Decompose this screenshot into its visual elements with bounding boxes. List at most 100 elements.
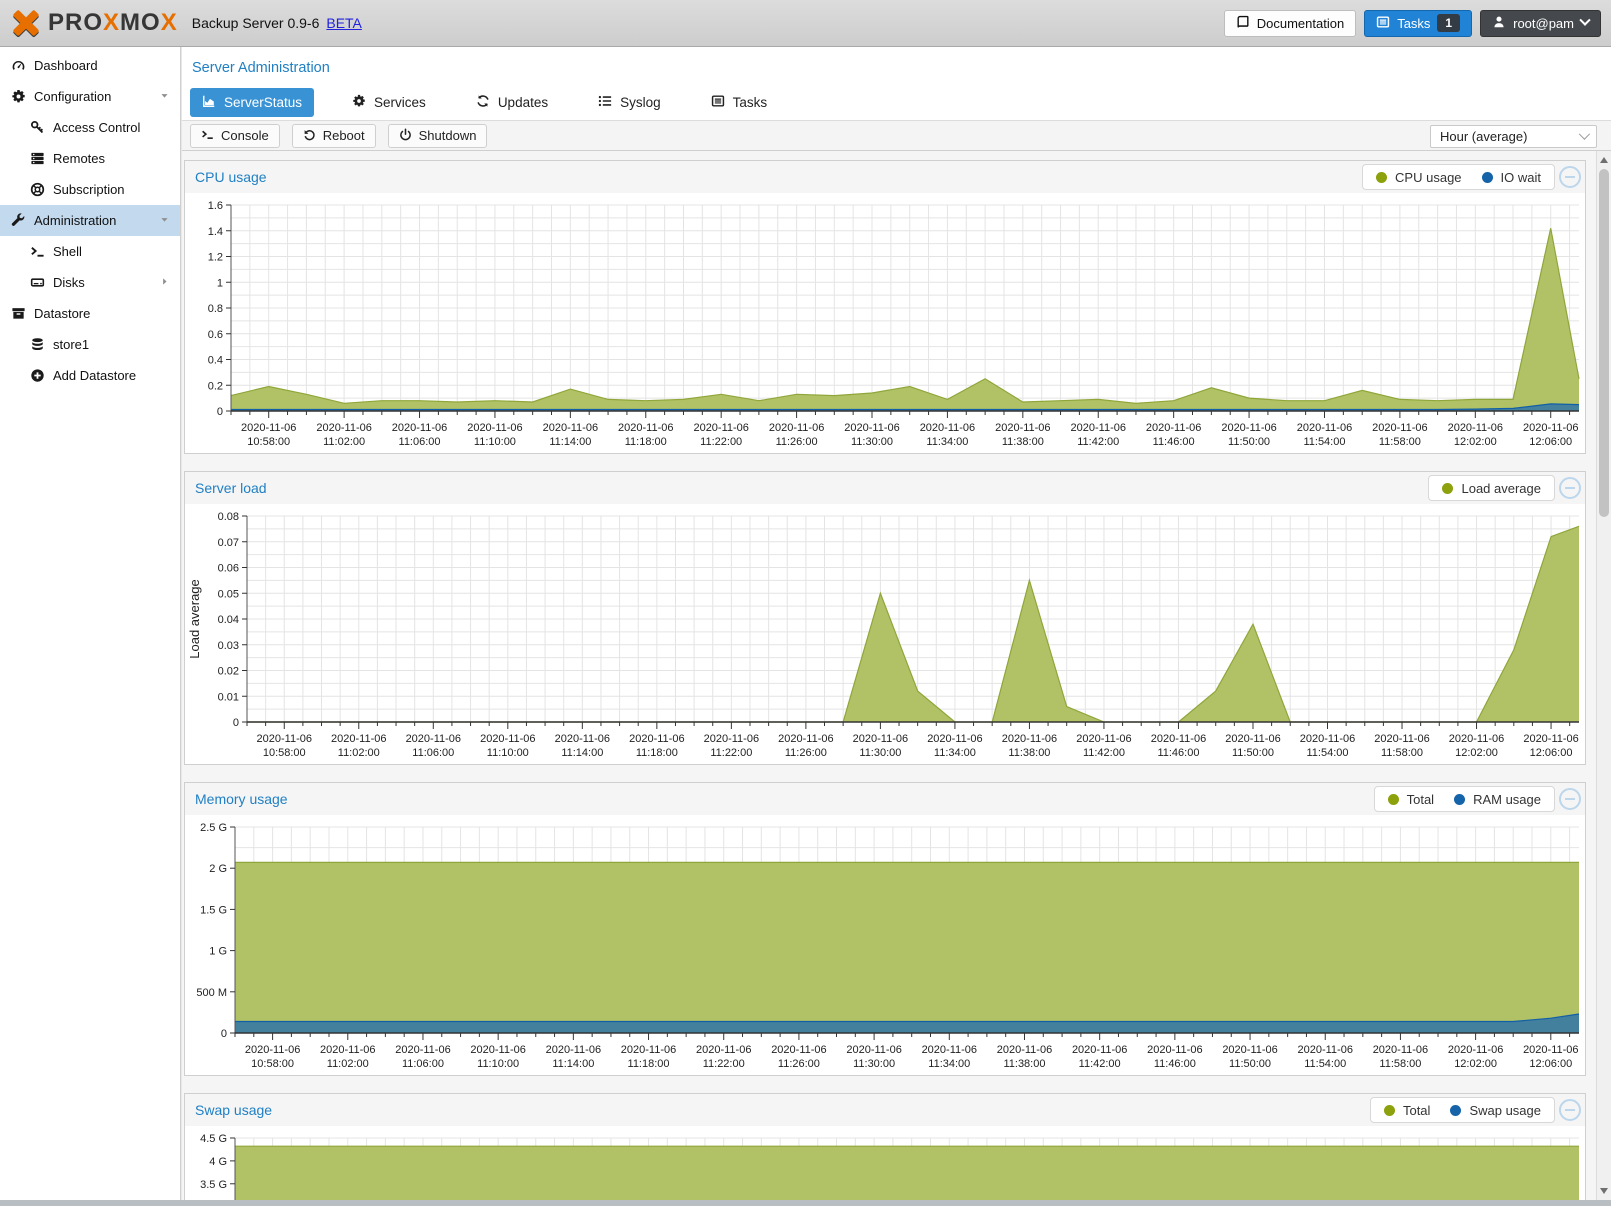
shutdown-button[interactable]: Shutdown [388,124,488,148]
sidebar-item-label: Subscription [53,182,125,197]
sidebar-item-label: Dashboard [34,58,98,73]
svg-text:2020-11-06: 2020-11-06 [1449,733,1504,745]
collapse-panel-icon[interactable] [1559,166,1581,188]
tasks-button[interactable]: Tasks 1 [1364,10,1472,37]
time-range-select[interactable]: Hour (average) [1430,125,1597,148]
svg-text:1.5 G: 1.5 G [200,904,227,916]
svg-text:2020-11-06: 2020-11-06 [257,733,312,745]
lifering-icon [29,182,45,198]
legend: Load average [1428,475,1555,501]
svg-text:11:14:00: 11:14:00 [549,436,591,448]
svg-text:2020-11-06: 2020-11-06 [546,1044,601,1056]
cpu-usage-panel: CPU usage CPU usageIO wait 00.20.40.60.8… [184,160,1586,454]
sidebar-item-store1[interactable]: store1 [0,329,180,360]
sidebar-item-label: Remotes [53,151,105,166]
scrollbar-thumb[interactable] [1599,169,1609,517]
legend-dot-icon [1454,794,1465,805]
svg-text:10:58:00: 10:58:00 [251,1058,294,1070]
svg-text:2020-11-06: 2020-11-06 [769,422,824,434]
console-button[interactable]: Console [190,124,280,148]
svg-text:2020-11-06: 2020-11-06 [995,422,1050,434]
sidebar-nav: Dashboard ConfigurationAccess Control Remo… [0,47,181,1200]
tab-updates[interactable]: Updates [464,88,560,117]
brand-text: PROXMOX [48,9,178,37]
scroll-down-icon[interactable] [1600,1188,1608,1194]
sidebar-item-access-control[interactable]: Access Control [0,112,180,143]
collapse-panel-icon[interactable] [1559,477,1581,499]
svg-text:11:46:00: 11:46:00 [1153,436,1195,448]
sidebar-item-label: Administration [34,213,116,228]
svg-text:2020-11-06: 2020-11-06 [778,733,833,745]
svg-text:11:54:00: 11:54:00 [1306,747,1348,759]
chevron-down-icon [1579,15,1590,26]
vertical-scrollbar[interactable] [1596,151,1611,1200]
sidebar-item-datastore[interactable]: Datastore [0,298,180,329]
svg-text:11:10:00: 11:10:00 [487,747,529,759]
svg-text:2020-11-06: 2020-11-06 [927,733,982,745]
wrench-icon [10,213,26,229]
svg-text:2020-11-06: 2020-11-06 [1372,422,1427,434]
database-icon [29,337,45,353]
panel-title: Memory usage [185,791,288,807]
beta-link[interactable]: BETA [326,15,362,31]
legend-item: Load average [1442,481,1541,496]
svg-text:1.6: 1.6 [208,200,223,212]
chevron-down-icon[interactable] [159,89,170,104]
tab-serverstatus[interactable]: ServerStatus [190,88,314,117]
svg-text:0.08: 0.08 [218,511,239,523]
svg-text:0.4: 0.4 [208,355,223,367]
sidebar-item-configuration[interactable]: Configuration [0,81,180,112]
reboot-button[interactable]: Reboot [292,124,376,148]
tab-tasks[interactable]: Tasks [699,88,780,117]
dashboard-icon [10,58,26,74]
chevron-down-icon[interactable] [159,213,170,228]
legend-item: RAM usage [1454,792,1541,807]
svg-text:11:34:00: 11:34:00 [934,747,976,759]
svg-text:0: 0 [221,1028,227,1040]
svg-text:11:42:00: 11:42:00 [1077,436,1119,448]
svg-text:2020-11-06: 2020-11-06 [1523,1044,1578,1056]
sidebar-item-label: Datastore [34,306,90,321]
collapse-panel-icon[interactable] [1559,1099,1581,1121]
chevron-down-icon [1579,128,1590,139]
svg-text:2020-11-06: 2020-11-06 [1221,422,1276,434]
user-menu-button[interactable]: root@pam [1480,10,1601,37]
remotes-icon [29,151,45,167]
sidebar-item-add-datastore[interactable]: Add Datastore [0,360,180,391]
svg-text:11:14:00: 11:14:00 [561,747,603,759]
svg-text:2020-11-06: 2020-11-06 [395,1044,450,1056]
scroll-up-icon[interactable] [1600,157,1608,163]
undo-icon [303,128,316,144]
svg-text:0.8: 0.8 [208,303,223,315]
svg-text:2020-11-06: 2020-11-06 [245,1044,300,1056]
tab-syslog[interactable]: Syslog [586,88,673,117]
sidebar-item-shell[interactable]: Shell [0,236,180,267]
terminal-icon [29,244,45,260]
sidebar-item-disks[interactable]: Disks [0,267,180,298]
page-title: Server Administration [182,47,1611,76]
swap-usage-chart: 0500 M1 G1.5 G2 G2.5 G3 G3.5 G4 G4.5 G20… [185,1126,1585,1200]
sidebar-item-dashboard[interactable]: Dashboard [0,50,180,81]
svg-text:11:18:00: 11:18:00 [636,747,678,759]
svg-text:Load average: Load average [187,579,202,659]
collapse-panel-icon[interactable] [1559,788,1581,810]
panel-title: Server load [185,480,267,496]
tab-services[interactable]: Services [340,88,438,117]
panel-title: CPU usage [185,169,267,185]
svg-text:2020-11-06: 2020-11-06 [1523,733,1578,745]
sidebar-item-subscription[interactable]: Subscription [0,174,180,205]
svg-text:2020-11-06: 2020-11-06 [1373,1044,1428,1056]
svg-text:2020-11-06: 2020-11-06 [1448,1044,1503,1056]
svg-text:2020-11-06: 2020-11-06 [480,733,535,745]
svg-text:2020-11-06: 2020-11-06 [1225,733,1280,745]
sidebar-item-remotes[interactable]: Remotes [0,143,180,174]
svg-text:11:26:00: 11:26:00 [778,1058,820,1070]
legend-dot-icon [1450,1105,1461,1116]
svg-text:2020-11-06: 2020-11-06 [621,1044,676,1056]
svg-text:0.6: 0.6 [208,329,223,341]
sidebar-item-administration[interactable]: Administration [0,205,180,236]
svg-text:500 M: 500 M [196,987,227,999]
chevron-right-icon[interactable] [159,275,170,290]
documentation-button[interactable]: Documentation [1224,10,1356,37]
svg-text:2020-11-06: 2020-11-06 [1448,422,1503,434]
